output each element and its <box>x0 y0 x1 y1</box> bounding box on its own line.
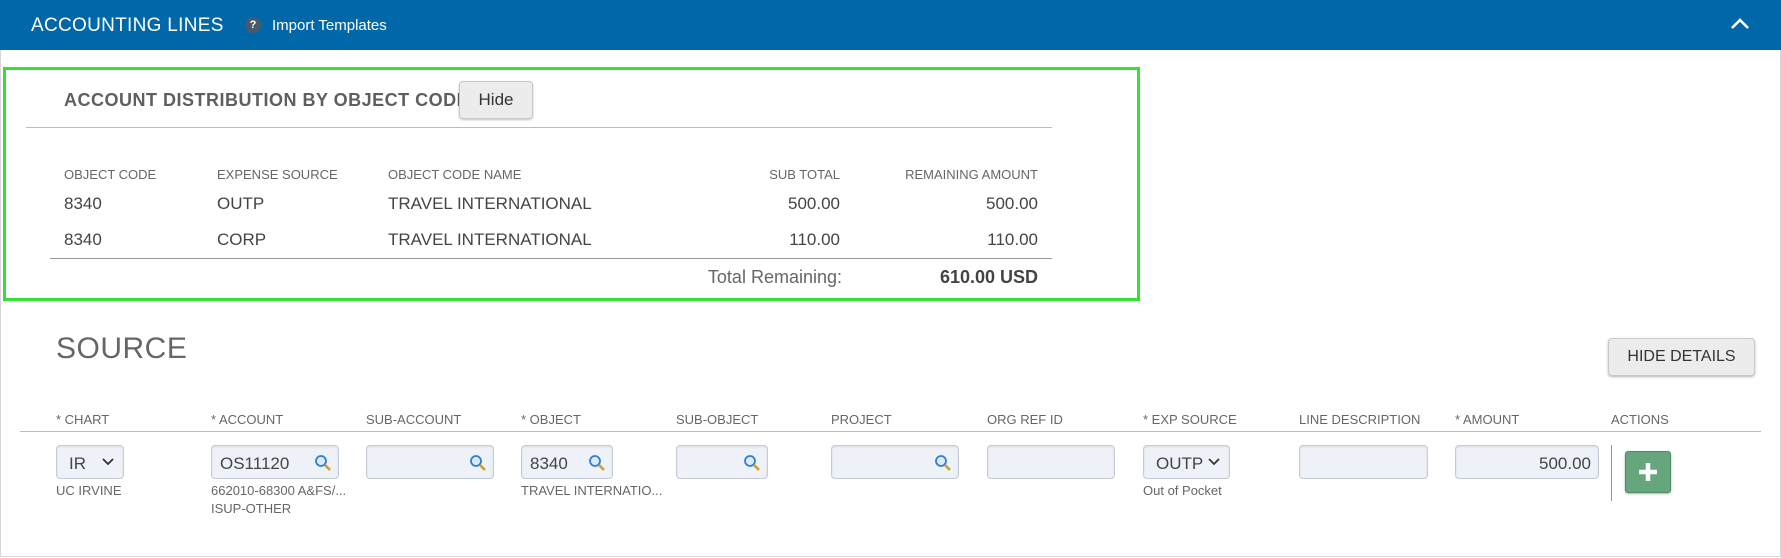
line-description-input[interactable] <box>1299 445 1428 479</box>
chevron-up-icon[interactable] <box>1728 12 1752 36</box>
column-header-amount: * AMOUNT <box>1455 412 1520 427</box>
search-icon[interactable] <box>314 454 332 472</box>
sub-object-input[interactable] <box>676 445 768 479</box>
column-header-org-ref-id: ORG REF ID <box>987 412 1063 427</box>
amount-input[interactable]: 500.00 <box>1455 445 1599 479</box>
column-header-exp-source: * EXP SOURCE <box>1143 412 1237 427</box>
column-header-actions: ACTIONS <box>1611 412 1669 427</box>
object-code-name-cell: TRAVEL INTERNATIONAL <box>388 194 592 213</box>
expense-source-cell: OUTP <box>217 194 265 213</box>
column-header-sub-total: SUB TOTAL <box>769 167 840 182</box>
hide-distribution-button[interactable]: Hide <box>459 81 533 119</box>
column-header-object: * OBJECT <box>521 412 581 427</box>
exp-source-select-value: OUTP <box>1156 454 1204 473</box>
remaining-amount-cell: 110.00 <box>987 230 1038 249</box>
column-header-expense-source: EXPENSE SOURCE <box>217 167 338 182</box>
divider <box>26 127 1052 128</box>
account-input[interactable]: OS11120 <box>211 445 339 479</box>
divider <box>20 431 1761 432</box>
column-header-project: PROJECT <box>831 412 892 427</box>
account-description: 662010-68300 A&FS/... <box>211 483 347 498</box>
section-title: ACCOUNTING LINES <box>31 15 224 36</box>
column-header-remaining-amount: REMAINING AMOUNT <box>905 167 1038 182</box>
expense-source-cell: CORP <box>217 230 267 249</box>
search-icon[interactable] <box>588 454 606 472</box>
object-code-name-cell: TRAVEL INTERNATIONAL <box>388 230 592 249</box>
object-code-cell: 8340 <box>64 194 102 213</box>
search-icon[interactable] <box>934 454 952 472</box>
chart-description: UC IRVINE <box>56 483 122 498</box>
column-header-sub-account: SUB-ACCOUNT <box>366 412 462 427</box>
chevron-down-icon <box>1208 458 1220 466</box>
actions-divider <box>1611 445 1612 501</box>
search-icon[interactable] <box>469 454 487 472</box>
total-remaining-label: Total Remaining: <box>707 267 842 287</box>
column-header-object-code: OBJECT CODE <box>64 167 157 182</box>
column-header-line-description: LINE DESCRIPTION <box>1299 412 1421 427</box>
hide-details-button[interactable]: HIDE DETAILS <box>1608 338 1755 376</box>
total-remaining-value: 610.00 USD <box>939 267 1038 287</box>
add-line-button[interactable] <box>1625 451 1671 493</box>
object-code-cell: 8340 <box>64 230 102 249</box>
object-input[interactable]: 8340 <box>521 445 613 479</box>
sub-total-cell: 110.00 <box>789 230 840 249</box>
org-ref-id-input[interactable] <box>987 445 1115 479</box>
column-header-sub-object: SUB-OBJECT <box>676 412 759 427</box>
sub-account-input[interactable] <box>366 445 494 479</box>
distribution-title: ACCOUNT DISTRIBUTION BY OBJECT CODE <box>64 90 470 110</box>
exp-source-description: Out of Pocket <box>1143 483 1222 498</box>
remaining-amount-cell: 500.00 <box>986 194 1038 213</box>
account-input-value: OS11120 <box>220 454 290 473</box>
column-header-object-code-name: OBJECT CODE NAME <box>388 167 522 182</box>
help-icon[interactable]: ? <box>245 17 261 33</box>
total-divider <box>50 258 1052 259</box>
column-header-account: * ACCOUNT <box>211 412 284 427</box>
exp-source-select[interactable]: OUTP <box>1143 445 1230 479</box>
source-heading: SOURCE <box>56 332 188 365</box>
sub-total-cell: 500.00 <box>788 194 840 213</box>
import-templates-link[interactable]: Import Templates <box>272 17 387 34</box>
accounting-lines-header: ACCOUNTING LINES ? Import Templates <box>0 0 1781 50</box>
account-description-2: ISUP-OTHER <box>211 501 292 516</box>
amount-input-value: 500.00 <box>1539 454 1591 473</box>
project-input[interactable] <box>831 445 959 479</box>
plus-icon <box>1639 463 1657 481</box>
search-icon[interactable] <box>743 454 761 472</box>
object-description: TRAVEL INTERNATIO... <box>521 483 663 498</box>
object-input-value: 8340 <box>530 454 568 473</box>
chart-select[interactable]: IR <box>56 445 124 479</box>
chart-select-value: IR <box>69 454 86 473</box>
chevron-down-icon <box>102 458 114 466</box>
column-header-chart: * CHART <box>56 412 110 427</box>
